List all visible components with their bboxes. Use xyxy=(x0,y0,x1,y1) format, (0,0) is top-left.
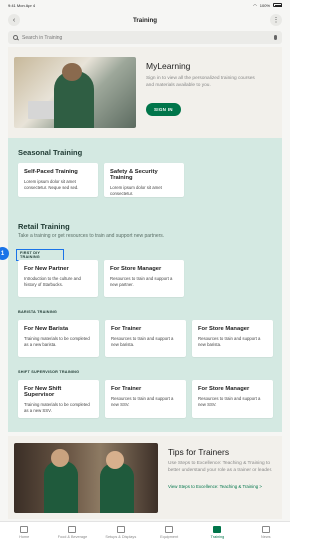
card-desc: Resources to train and support a new SSV… xyxy=(111,396,174,407)
tab-label: Equipment xyxy=(160,535,179,539)
seasonal-title: Seasonal Training xyxy=(18,148,83,157)
shift-supervisor-cards: For New Shift Supervisor Training materi… xyxy=(18,380,273,418)
tab-label: Setups & Displays xyxy=(105,535,137,539)
tools-icon xyxy=(165,526,174,533)
card-trainer[interactable]: For Trainer Resources to train and suppo… xyxy=(105,320,186,357)
first-diy-cards: For New Partner Introduction to the cult… xyxy=(18,260,184,297)
microphone-icon[interactable] xyxy=(274,35,277,40)
tab-label: News xyxy=(261,535,271,539)
card-new-partner[interactable]: For New Partner Introduction to the cult… xyxy=(18,260,98,297)
card-title: For New Barista xyxy=(24,326,69,332)
tips-section: Tips for Trainers Use Steps to Excellenc… xyxy=(8,436,282,519)
tab-food-beverage[interactable]: Food & Beverage xyxy=(52,526,92,548)
sign-in-button[interactable]: SIGN IN xyxy=(146,103,181,117)
status-bar: 9:41 Mon Apr 4 ◠ 100% xyxy=(0,0,290,10)
card-title: For Store Manager xyxy=(110,266,162,272)
card-desc: Lorem ipsum dolor sit amet consectetur. xyxy=(110,185,162,196)
card-desc: Lorem ipsum dolor sit amet consectetur. … xyxy=(24,179,79,190)
tab-equipment[interactable]: Equipment xyxy=(149,526,189,548)
mylearning-photo xyxy=(14,57,136,128)
card-store-manager[interactable]: For Store Manager Resources to train and… xyxy=(104,260,184,297)
page-title: Training xyxy=(132,16,158,24)
nav-bar: ‹ Training ⋮ xyxy=(0,10,290,30)
tab-news[interactable]: News xyxy=(246,526,286,548)
wifi-icon: ◠ xyxy=(253,2,257,8)
mylearning-title: MyLearning xyxy=(146,61,191,71)
card-title: For Trainer xyxy=(111,386,142,392)
card-desc: Training materials to be completed as a … xyxy=(24,402,90,413)
card-store-manager[interactable]: For Store Manager Resources to train and… xyxy=(192,320,273,357)
seasonal-cards: Self-Paced Training Lorem ipsum dolor si… xyxy=(18,163,184,197)
cup-icon xyxy=(68,526,77,533)
tab-label: Food & Beverage xyxy=(57,535,88,539)
card-desc: Resources to train and support a new par… xyxy=(110,276,173,287)
card-title: For Store Manager xyxy=(198,326,250,332)
card-desc: Resources to train and support a new SSV… xyxy=(198,396,261,407)
battery-icon xyxy=(273,3,282,7)
home-icon xyxy=(20,526,29,533)
tab-setups-displays[interactable]: Setups & Displays xyxy=(101,526,141,548)
card-trainer[interactable]: For Trainer Resources to train and suppo… xyxy=(105,380,186,418)
card-new-shift-supervisor[interactable]: For New Shift Supervisor Training materi… xyxy=(18,380,99,418)
tips-link[interactable]: View Steps to Excellence: Teaching & Tra… xyxy=(168,484,276,489)
card-self-paced[interactable]: Self-Paced Training Lorem ipsum dolor si… xyxy=(18,163,98,197)
card-title: Safety & Security Training xyxy=(110,169,158,181)
shift-supervisor-label: SHIFT SUPERVISOR TRAINING xyxy=(18,370,80,374)
barista-cards: For New Barista Training materials to be… xyxy=(18,320,273,357)
tab-bar: Home Food & Beverage Setups & Displays E… xyxy=(0,521,290,548)
chevron-left-icon[interactable]: ‹ xyxy=(8,14,20,26)
search-input[interactable]: Search in Training xyxy=(22,35,62,41)
card-title: For New Partner xyxy=(24,266,69,272)
app-frame: 9:41 Mon Apr 4 ◠ 100% ‹ Training ⋮ Searc… xyxy=(0,0,290,548)
card-desc: Resources to train and support a new bar… xyxy=(111,336,174,347)
tab-label: Training xyxy=(210,535,225,539)
people-icon xyxy=(213,526,222,533)
clipboard-icon xyxy=(116,526,125,533)
card-new-barista[interactable]: For New Barista Training materials to be… xyxy=(18,320,99,357)
card-desc: Resources to train and support a new bar… xyxy=(198,336,261,347)
card-store-manager[interactable]: For Store Manager Resources to train and… xyxy=(192,380,273,418)
retail-title: Retail Training xyxy=(18,222,70,231)
barista-label: BARISTA TRAINING xyxy=(18,310,58,314)
tab-label: Home xyxy=(19,535,30,539)
card-desc: Introduction to the culture and history … xyxy=(24,276,81,287)
news-icon xyxy=(261,526,270,533)
card-title: For New Shift Supervisor xyxy=(24,386,62,398)
mylearning-section: MyLearning Sign in to view all the perso… xyxy=(8,47,282,138)
tips-description: Use Steps to Excellence: Teaching & Trai… xyxy=(168,461,273,473)
tips-photo xyxy=(14,443,158,513)
battery-label: 100% xyxy=(259,2,270,8)
retail-subtitle: Take a training or get resources to trai… xyxy=(18,233,165,239)
card-title: For Trainer xyxy=(111,326,142,332)
tips-title: Tips for Trainers xyxy=(168,447,230,457)
status-date: Mon Apr 4 xyxy=(16,2,36,8)
status-time: 9:41 xyxy=(8,2,16,8)
mylearning-description: Sign in to view all the personalized tra… xyxy=(146,76,255,88)
training-section: Seasonal Training Self-Paced Training Lo… xyxy=(8,138,282,432)
card-title: For Store Manager xyxy=(198,386,250,392)
card-safety-security[interactable]: Safety & Security Training Lorem ipsum d… xyxy=(104,163,184,197)
more-icon[interactable]: ⋮ xyxy=(269,14,282,26)
card-desc: Training materials to be completed as a … xyxy=(24,336,90,347)
card-title: Self-Paced Training xyxy=(24,169,78,175)
search-bar[interactable]: Search in Training xyxy=(8,31,282,44)
tab-training[interactable]: Training xyxy=(197,526,237,548)
tab-home[interactable]: Home xyxy=(4,526,44,548)
search-icon xyxy=(13,35,18,40)
